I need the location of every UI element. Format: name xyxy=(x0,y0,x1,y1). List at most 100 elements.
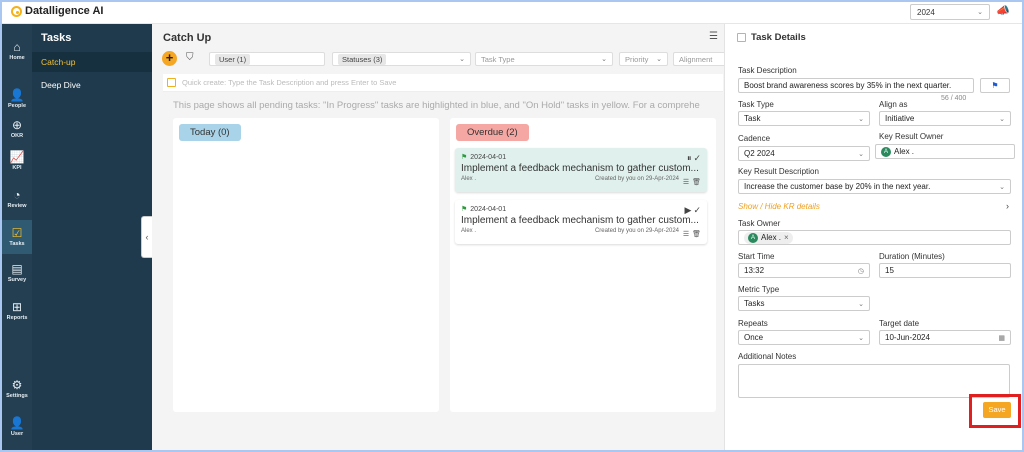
nav-label: User xyxy=(10,431,24,437)
reports-icon: ⊞ xyxy=(11,300,23,314)
trash-icon[interactable]: 🗑 xyxy=(692,178,701,186)
nav-okr[interactable]: ⊕ OKR xyxy=(2,112,32,146)
card-title: Implement a feedback mechanism to gather… xyxy=(461,215,699,226)
nav-home[interactable]: ⌂ Home xyxy=(2,34,32,68)
chevron-left-icon: ‹ xyxy=(145,232,149,242)
task-card[interactable]: ⚑ 2024-04-01 Implement a feedback mechani… xyxy=(455,200,707,244)
owner-chip[interactable]: A Alex . × xyxy=(744,231,793,244)
task-type-select[interactable]: Task ⌄ xyxy=(738,111,870,126)
repeats-select[interactable]: Once ⌄ xyxy=(738,330,870,345)
panel-item-catch-up[interactable]: Catch-up xyxy=(32,52,152,72)
avatar: A xyxy=(748,232,758,243)
task-description-field[interactable]: Boost brand awareness scores by 35% in t… xyxy=(738,78,974,93)
logo-icon xyxy=(11,5,22,17)
card-date-row: ⚑ 2024-04-01 xyxy=(461,205,701,214)
chevron-down-icon: ⌄ xyxy=(999,183,1005,191)
user-filter[interactable]: User (1) xyxy=(209,52,325,66)
menu-icon[interactable]: ☰ xyxy=(709,31,718,42)
edit-list-icon[interactable]: ☰ xyxy=(683,178,689,186)
edit-list-icon[interactable]: ☰ xyxy=(683,230,689,238)
clock-icon: ◷ xyxy=(857,267,864,275)
info-note: This page shows all pending tasks: "In P… xyxy=(173,100,700,111)
chevron-down-icon: ⌄ xyxy=(656,56,662,63)
nav-survey[interactable]: ▤ Survey xyxy=(2,256,32,290)
card-title: Implement a feedback mechanism to gather… xyxy=(461,163,699,174)
trash-icon[interactable]: 🗑 xyxy=(692,230,701,238)
chevron-right-icon[interactable]: › xyxy=(1006,201,1009,211)
chevron-down-icon: ⌄ xyxy=(858,334,864,342)
nav-label: Survey xyxy=(7,277,27,283)
top-bar: Datalligence AI 2024 ⌄ 📣 xyxy=(0,0,1024,24)
play-icon[interactable]: ▶ xyxy=(685,205,692,216)
cadence-value: Q2 2024 xyxy=(744,149,775,158)
nav-user[interactable]: 👤 User xyxy=(2,410,32,444)
notes-label: Additional Notes xyxy=(738,352,797,361)
year-select[interactable]: 2024 ⌄ xyxy=(910,4,990,20)
priority-flag-button[interactable]: ⚑ xyxy=(980,78,1010,93)
details-title: Task Details xyxy=(751,32,806,43)
filter-icon[interactable]: ⛉ xyxy=(186,52,194,63)
nav-settings[interactable]: ⚙ Settings xyxy=(2,372,32,406)
task-owner-field[interactable]: A Alex . × xyxy=(738,230,1011,245)
pause-icon[interactable]: ⏸ xyxy=(687,153,692,164)
start-time-value: 13:32 xyxy=(744,266,765,275)
collapse-panel-button[interactable]: ‹ xyxy=(141,216,152,258)
chart-icon: 📈 xyxy=(9,150,25,164)
task-type-filter[interactable]: Task Type ⌄ xyxy=(475,52,613,66)
nav-label: People xyxy=(7,103,27,109)
quick-create-input[interactable]: Quick create: Type the Task Description … xyxy=(163,74,723,92)
save-button[interactable]: Save xyxy=(983,402,1011,418)
align-as-select[interactable]: Initiative ⌄ xyxy=(879,111,1011,126)
remove-icon[interactable]: × xyxy=(784,233,789,242)
task-details-panel: Task Details Task Description Boost bran… xyxy=(724,24,1022,450)
survey-icon: ▤ xyxy=(11,262,23,276)
target-date-field[interactable]: 10-Jun-2024 ▦ xyxy=(879,330,1011,345)
card-actions: ▶ ✓ xyxy=(685,205,701,216)
nav-reports[interactable]: ⊞ Reports xyxy=(2,294,32,328)
metric-type-select[interactable]: Tasks ⌄ xyxy=(738,296,870,311)
megaphone-icon[interactable]: 📣 xyxy=(996,4,1010,17)
chevron-down-icon: ⌄ xyxy=(999,115,1005,123)
card-owner: Alex . xyxy=(461,228,477,234)
chevron-down-icon: ⌄ xyxy=(977,9,983,16)
chevron-down-icon: ⌄ xyxy=(858,115,864,123)
char-counter: 56 / 400 xyxy=(941,95,967,102)
nav-people[interactable]: 👤 People xyxy=(2,82,32,116)
show-hide-kr-link[interactable]: Show / Hide KR details xyxy=(738,202,820,211)
checkbox-icon xyxy=(167,78,176,87)
nav-label: KPI xyxy=(12,165,22,171)
card-actions: ⏸ ✓ xyxy=(687,153,701,164)
check-circle-icon[interactable]: ✓ xyxy=(693,153,701,164)
card-tools: ☰ 🗑 xyxy=(683,178,701,186)
task-description-value: Boost brand awareness scores by 35% in t… xyxy=(744,81,952,90)
user-icon: 👤 xyxy=(9,416,25,430)
additional-notes-field[interactable] xyxy=(738,364,1010,398)
task-card[interactable]: ⚑ 2024-04-01 Implement a feedback mechani… xyxy=(455,148,707,192)
duration-field[interactable]: 15 xyxy=(879,263,1011,278)
add-task-button[interactable]: + xyxy=(162,51,177,66)
align-as-value: Initiative xyxy=(885,114,915,123)
nav-kpi[interactable]: 📈 KPI xyxy=(2,144,32,178)
nav-label: OKR xyxy=(10,133,24,139)
check-circle-icon[interactable]: ✓ xyxy=(693,205,701,216)
kr-owner-label: Key Result Owner xyxy=(879,132,944,141)
cadence-select[interactable]: Q2 2024 ⌄ xyxy=(738,146,870,161)
start-time-field[interactable]: 13:32 ◷ xyxy=(738,263,870,278)
priority-filter[interactable]: Priority ⌄ xyxy=(619,52,668,66)
kr-description-select[interactable]: Increase the customer base by 20% in the… xyxy=(738,179,1011,194)
nav-review[interactable]: ◔ Review xyxy=(2,182,32,216)
icon-sidebar: ⌂ Home 👤 People ⊕ OKR 📈 KPI ◔ Review ☑ Tasks ▤… xyxy=(2,24,32,450)
nav-label: Reports xyxy=(6,315,28,321)
panel-item-deep-dive[interactable]: Deep Dive xyxy=(32,75,152,95)
kr-owner-field[interactable]: A Alex . xyxy=(875,144,1015,159)
chevron-down-icon: ⌄ xyxy=(858,300,864,308)
gauge-icon: ◔ xyxy=(13,188,21,202)
alignment-filter[interactable]: Alignment xyxy=(673,52,724,66)
target-date-value: 10-Jun-2024 xyxy=(885,333,930,342)
status-filter[interactable]: Statuses (3) ⌄ xyxy=(332,52,471,66)
column-today: Today (0) xyxy=(173,118,439,412)
card-created: Created by you on 29-Apr-2024 xyxy=(594,228,679,234)
nav-tasks[interactable]: ☑ Tasks xyxy=(2,220,32,254)
task-type-value: Task xyxy=(744,114,761,123)
brand-logo[interactable]: Datalligence AI xyxy=(11,5,103,17)
